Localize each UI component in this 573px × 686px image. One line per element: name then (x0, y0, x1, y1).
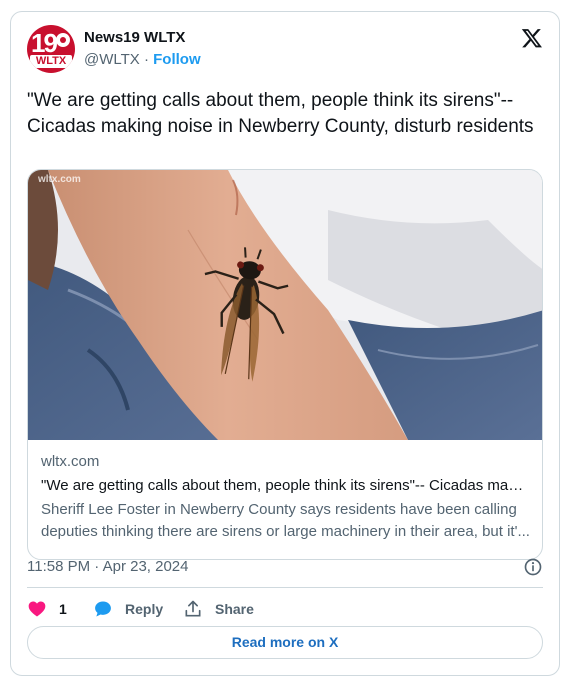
tweet-timestamp[interactable]: 11:58 PM · Apr 23, 2024 (27, 558, 189, 575)
link-preview-card[interactable]: wltx.com wltx.com "We are getting calls … (27, 169, 543, 560)
info-icon[interactable] (523, 557, 543, 577)
reply-bubble-icon (95, 601, 111, 617)
embedded-tweet-card: 19 WLTX News19 WLTX @WLTX · Follow "We a… (10, 11, 560, 676)
photo-watermark: wltx.com (37, 174, 81, 185)
cicada-on-arm-photo[interactable]: wltx.com (28, 170, 543, 440)
link-info: wltx.com "We are getting calls about the… (41, 453, 530, 543)
like-count: 1 (59, 601, 67, 617)
account-handle[interactable]: @WLTX (84, 51, 140, 68)
tweet-text: "We are getting calls about them, people… (27, 90, 534, 137)
account-name[interactable]: News19 WLTX (84, 29, 185, 46)
cbs-eye-logo (56, 33, 70, 47)
share-button[interactable]: Share (183, 598, 254, 620)
avatar[interactable]: 19 WLTX (27, 25, 75, 73)
like-button[interactable]: 1 (27, 598, 67, 620)
link-description: Sheriff Lee Foster in Newberry County sa… (41, 501, 530, 540)
avatar-callsign: WLTX (30, 55, 72, 68)
reply-button[interactable]: Reply (93, 598, 163, 620)
share-label: Share (215, 601, 254, 617)
heart-icon (28, 601, 46, 617)
link-title[interactable]: "We are getting calls about them, people… (41, 477, 530, 499)
share-icon (185, 600, 201, 617)
reply-label: Reply (125, 601, 164, 617)
divider (27, 587, 543, 588)
x-logo-icon[interactable] (521, 27, 543, 49)
tweet-header: 19 WLTX News19 WLTX @WLTX · Follow (27, 25, 543, 75)
link-domain: wltx.com (41, 453, 100, 470)
tweet-actions: 1 Reply Share (27, 598, 427, 620)
handle-row: @WLTX · Follow (84, 51, 201, 68)
follow-button[interactable]: Follow (153, 51, 201, 68)
read-more-button[interactable]: Read more on X (27, 626, 543, 659)
handle-separator: · (139, 51, 154, 68)
